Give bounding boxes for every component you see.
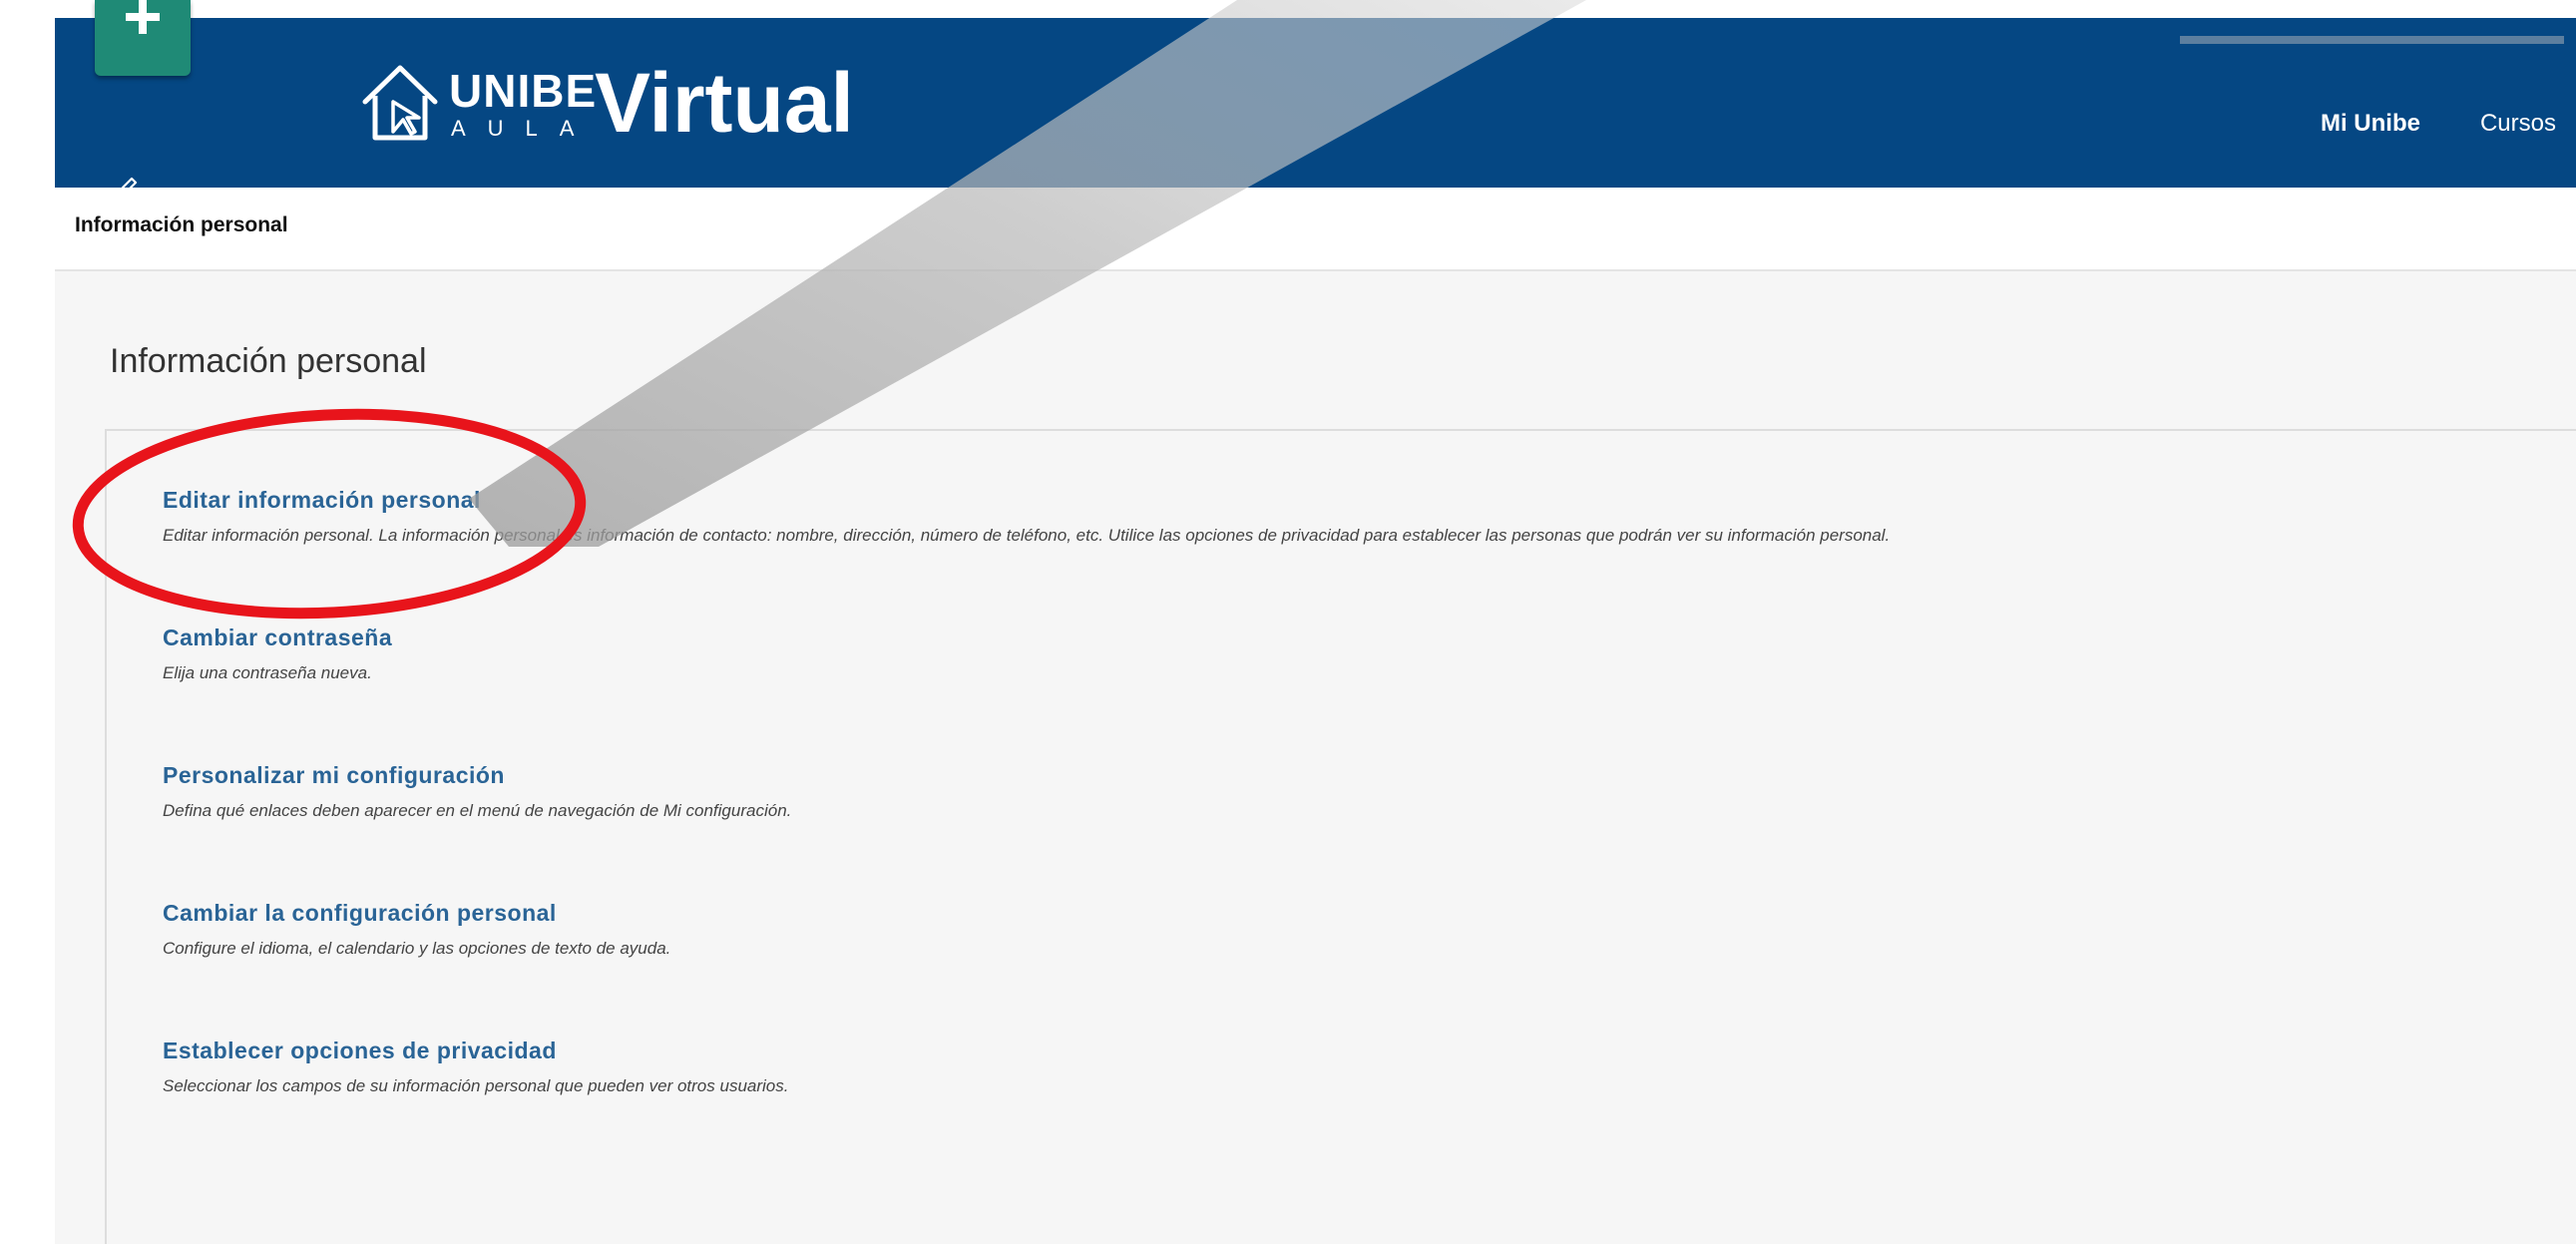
header-nav: Mi Unibe Cursos: [2261, 110, 2556, 138]
option-cambiar-contrasena: Cambiar contraseña Elija una contraseña …: [163, 624, 2557, 762]
personal-info-options: Editar información personal Editar infor…: [163, 487, 2557, 1175]
aula-unibe-virtual-logo[interactable]: UNIBE AULA Virtual: [359, 48, 854, 158]
logo-unibe-text: UNIBE: [449, 65, 598, 117]
option-cambiar-configuracion-personal: Cambiar la configuración personal Config…: [163, 900, 2557, 1037]
title-divider: [105, 429, 2576, 431]
global-header: UNIBE AULA Virtual Mi Unibe Cursos: [55, 18, 2576, 196]
cambiar-configuracion-personal-link[interactable]: Cambiar la configuración personal: [163, 900, 557, 927]
establecer-opciones-privacidad-link[interactable]: Establecer opciones de privacidad: [163, 1037, 557, 1064]
house-icon: [362, 65, 438, 141]
personalizar-mi-configuracion-link[interactable]: Personalizar mi configuración: [163, 762, 505, 789]
option-editar-informacion-personal: Editar información personal Editar infor…: [163, 487, 2557, 624]
option-establecer-opciones-privacidad: Establecer opciones de privacidad Selecc…: [163, 1037, 2557, 1175]
option-description: Configure el idioma, el calendario y las…: [163, 939, 671, 958]
plus-icon: [126, 0, 160, 34]
logo-aula-text: AULA: [451, 116, 597, 141]
content-panel: Información personal Editar información …: [55, 271, 2576, 1244]
nav-mi-unibe[interactable]: Mi Unibe: [2321, 110, 2420, 138]
breadcrumb-current: Información personal: [75, 213, 288, 236]
option-description: Editar información personal. La informac…: [163, 526, 1891, 545]
cambiar-contrasena-link[interactable]: Cambiar contraseña: [163, 624, 392, 651]
breadcrumb: Información personal: [55, 188, 2576, 271]
content-left-rule: [105, 431, 107, 1244]
quick-add-button[interactable]: [95, 0, 191, 76]
nav-cursos[interactable]: Cursos: [2480, 110, 2556, 138]
logo-virtual-text: Virtual: [595, 56, 854, 150]
option-description: Elija una contraseña nueva.: [163, 663, 372, 682]
header-search-field[interactable]: [2180, 36, 2564, 44]
option-personalizar-mi-configuracion: Personalizar mi configuración Defina qué…: [163, 762, 2557, 900]
page: UNIBE AULA Virtual Mi Unibe Cursos Infor…: [0, 0, 2576, 1244]
logo-wordmark: UNIBE AULA: [449, 58, 596, 148]
editar-informacion-personal-link[interactable]: Editar información personal: [163, 487, 481, 514]
page-title: Información personal: [110, 341, 427, 380]
option-description: Seleccionar los campos de su información…: [163, 1076, 789, 1095]
option-description: Defina qué enlaces deben aparecer en el …: [163, 801, 792, 820]
